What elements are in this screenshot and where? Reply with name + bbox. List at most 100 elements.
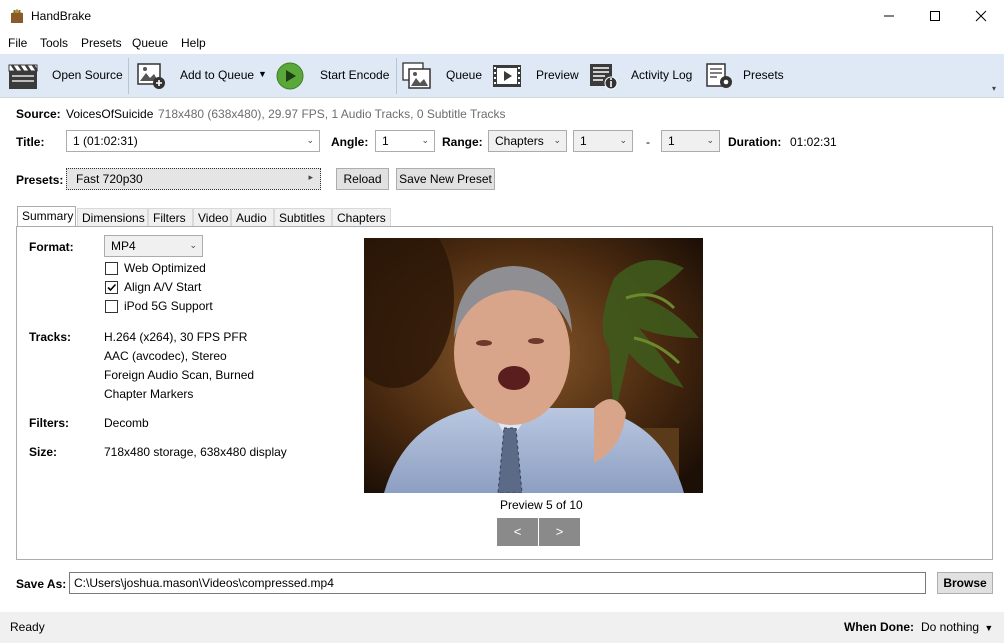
- chevron-down-icon: ▼: [984, 623, 994, 633]
- track-item: H.264 (x264), 30 FPS PFR: [104, 330, 248, 344]
- preset-selector[interactable]: Fast 720p30 ▸: [66, 168, 321, 190]
- tab-chapters[interactable]: Chapters: [332, 208, 391, 226]
- activity-log-button[interactable]: Activity Log: [586, 58, 698, 94]
- tab-video[interactable]: Video: [193, 208, 231, 226]
- range-mode-value: Chapters: [495, 134, 544, 148]
- format-value: MP4: [111, 239, 136, 253]
- preview-caption: Preview 5 of 10: [500, 498, 583, 512]
- next-preview-button[interactable]: >: [539, 518, 580, 546]
- start-encode-label: Start Encode: [320, 68, 390, 82]
- browse-button[interactable]: Browse: [937, 572, 993, 594]
- chevron-right-icon: ▸: [308, 172, 313, 182]
- tab-summary[interactable]: Summary: [17, 206, 76, 227]
- maximize-icon: [930, 11, 940, 21]
- close-button[interactable]: [958, 0, 1004, 32]
- play-icon: [276, 62, 304, 90]
- chevron-down-icon: ⌄: [619, 135, 627, 145]
- tracks-label: Tracks:: [29, 330, 72, 344]
- film-preview-icon: [493, 65, 521, 87]
- track-item: Foreign Audio Scan, Burned: [104, 368, 255, 382]
- save-as-path-input[interactable]: [69, 572, 926, 594]
- source-details: 718x480 (638x480), 29.97 FPS, 1 Audio Tr…: [158, 107, 506, 121]
- tab-filters[interactable]: Filters: [148, 208, 193, 226]
- track-item: Chapter Markers: [104, 387, 194, 401]
- clapperboard-icon: [8, 64, 38, 89]
- tab-dimensions[interactable]: Dimensions: [77, 208, 148, 226]
- presets-label: Presets: [743, 68, 784, 82]
- chevron-down-icon[interactable]: ▼: [258, 69, 267, 79]
- presets-row-label: Presets:: [16, 173, 64, 187]
- chevron-right-icon: >: [555, 524, 564, 539]
- tab-subtitles[interactable]: Subtitles: [274, 208, 332, 226]
- align-av-start-checkbox[interactable]: [105, 281, 118, 294]
- title-dropdown[interactable]: 1 (01:02:31) ⌄: [66, 130, 320, 152]
- preview-label: Preview: [536, 68, 579, 82]
- range-start-value: 1: [580, 134, 587, 148]
- menu-tools[interactable]: Tools: [40, 36, 68, 50]
- size-value: 718x480 storage, 638x480 display: [104, 445, 287, 459]
- range-mode-dropdown[interactable]: Chapters ⌄: [488, 130, 567, 152]
- add-to-queue-label: Add to Queue: [180, 68, 255, 82]
- save-new-preset-button[interactable]: Save New Preset: [396, 168, 495, 190]
- toolbar-overflow-icon[interactable]: ▾: [992, 84, 996, 93]
- activity-log-icon: [590, 64, 618, 90]
- queue-label: Queue: [446, 68, 483, 82]
- menu-presets[interactable]: Presets: [81, 36, 122, 50]
- tab-audio[interactable]: Audio: [231, 208, 274, 226]
- activity-log-label: Activity Log: [631, 68, 693, 82]
- when-done-label: When Done:: [844, 620, 914, 634]
- presets-button[interactable]: Presets: [702, 58, 788, 94]
- window-title: HandBrake: [31, 9, 92, 23]
- preview-button[interactable]: Preview: [490, 58, 582, 94]
- status-text: Ready: [10, 620, 45, 634]
- title-bar: HandBrake: [0, 0, 1004, 32]
- web-optimized-label: Web Optimized: [124, 261, 206, 275]
- queue-button[interactable]: Queue: [400, 58, 486, 94]
- chevron-down-icon: ⌄: [189, 240, 197, 250]
- ipod-5g-support-label: iPod 5G Support: [124, 299, 213, 313]
- chevron-down-icon: ⌄: [421, 135, 429, 145]
- format-label: Format:: [29, 240, 74, 254]
- when-done-dropdown[interactable]: Do nothing ▼: [921, 620, 993, 634]
- presets-gear-icon: [706, 63, 732, 88]
- menu-queue[interactable]: Queue: [132, 36, 168, 50]
- open-source-label: Open Source: [52, 68, 123, 82]
- ipod-5g-support-checkbox[interactable]: [105, 300, 118, 313]
- chevron-left-icon: <: [513, 524, 522, 539]
- add-to-queue-button[interactable]: Add to Queue ▼: [134, 58, 270, 94]
- title-value: 1 (01:02:31): [73, 134, 138, 148]
- checkmark-icon: [107, 283, 117, 292]
- source-name: VoicesOfSuicide: [66, 107, 154, 121]
- previous-preview-button[interactable]: <: [497, 518, 538, 546]
- toolbar: Open Source Add to Queue ▼ Start Encode …: [0, 54, 1004, 98]
- maximize-button[interactable]: [912, 0, 958, 32]
- range-dash: -: [646, 135, 650, 149]
- menu-file[interactable]: File: [8, 36, 27, 50]
- chevron-down-icon: ⌄: [306, 135, 314, 145]
- web-optimized-checkbox[interactable]: [105, 262, 118, 275]
- format-dropdown[interactable]: MP4 ⌄: [104, 235, 203, 257]
- duration-value: 01:02:31: [790, 135, 837, 149]
- angle-dropdown[interactable]: 1 ⌄: [375, 130, 435, 152]
- toolbar-separator: [396, 58, 397, 94]
- minimize-button[interactable]: [866, 0, 912, 32]
- preset-value: Fast 720p30: [76, 172, 143, 186]
- status-bar: Ready When Done: Do nothing ▼: [0, 612, 1004, 643]
- handbrake-logo-icon: [11, 9, 23, 23]
- open-source-button[interactable]: Open Source: [6, 58, 124, 94]
- range-start-dropdown[interactable]: 1 ⌄: [573, 130, 633, 152]
- reload-button[interactable]: Reload: [336, 168, 389, 190]
- close-icon: [975, 10, 987, 22]
- filters-label: Filters:: [29, 416, 70, 430]
- range-end-dropdown[interactable]: 1 ⌄: [661, 130, 720, 152]
- queue-images-icon: [402, 62, 431, 89]
- track-item: AAC (avcodec), Stereo: [104, 349, 227, 363]
- start-encode-button[interactable]: Start Encode: [274, 58, 392, 94]
- range-end-value: 1: [668, 134, 675, 148]
- toolbar-separator: [128, 58, 129, 94]
- when-done-value: Do nothing: [921, 620, 980, 634]
- size-label: Size:: [29, 445, 58, 459]
- menu-help[interactable]: Help: [181, 36, 206, 50]
- add-image-icon: [137, 63, 165, 89]
- minimize-icon: [884, 15, 894, 17]
